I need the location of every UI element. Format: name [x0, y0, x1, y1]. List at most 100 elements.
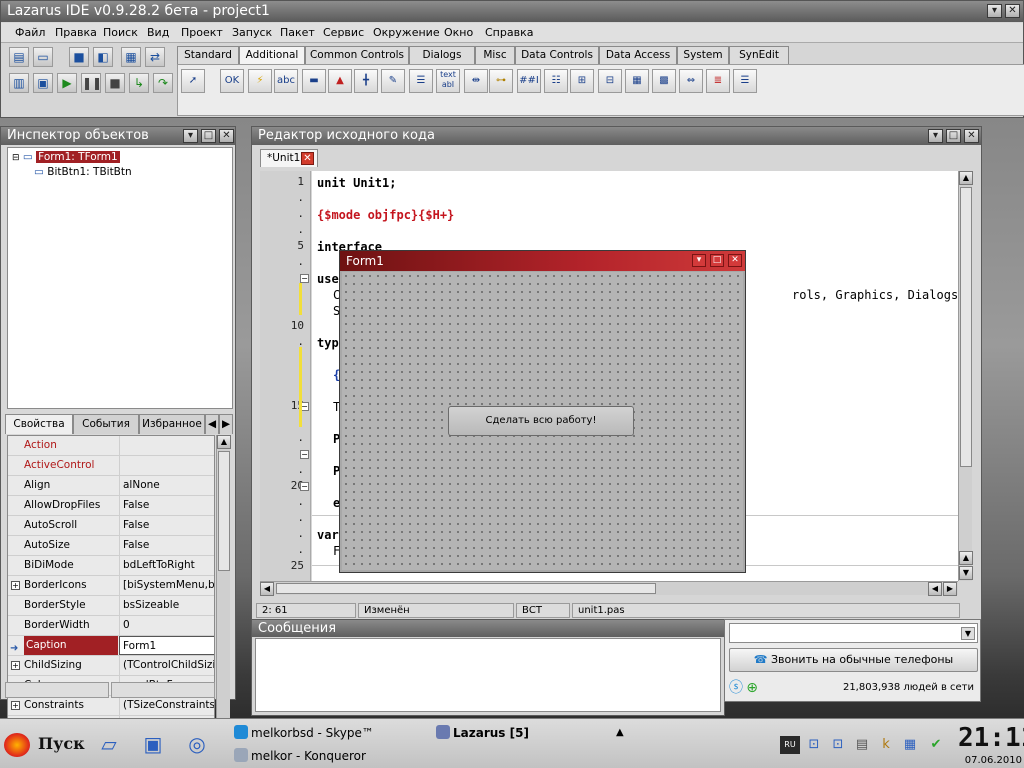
kopete-icon[interactable]: k [876, 736, 896, 754]
property-row[interactable]: BiDiMode bdLeftToRight [8, 556, 214, 576]
property-value[interactable]: False [119, 536, 214, 555]
tab-system[interactable]: System [677, 46, 729, 65]
toggle-form-icon[interactable]: ⇄ [145, 47, 165, 67]
property-row[interactable]: AutoScroll False [8, 516, 214, 536]
form-design-surface[interactable]: Сделать всю работу! [342, 272, 743, 570]
property-row[interactable]: + ChildSizing (TControlChildSizing [8, 656, 214, 676]
colorlistbox-icon[interactable]: ☰ [733, 69, 757, 93]
menu-help[interactable]: Справка [485, 26, 533, 39]
property-value[interactable] [119, 456, 214, 475]
colorbox-icon[interactable]: ≣ [706, 69, 730, 93]
stop-icon[interactable]: ■ [105, 73, 125, 93]
tab-data-controls[interactable]: Data Controls [515, 46, 599, 65]
pointer-icon[interactable]: ➚ [181, 69, 205, 93]
scroll-thumb[interactable] [960, 187, 972, 467]
menu-view[interactable]: Вид [147, 26, 169, 39]
ide-titlebar[interactable]: Lazarus IDE v0.9.28.2 бета - project1 [1, 1, 1023, 22]
scroll-left-button[interactable]: ◀ [928, 582, 942, 596]
view-forms-icon[interactable]: ▣ [33, 73, 53, 93]
chevron-down-icon[interactable]: ▼ [961, 627, 975, 640]
inspector-titlebar[interactable]: Инспектор объектов [1, 127, 235, 145]
task-lazarus[interactable]: Lazarus [5] [436, 724, 529, 742]
trackbar-icon[interactable]: ⊶ [489, 69, 513, 93]
property-value[interactable] [119, 436, 214, 455]
labelededit-icon[interactable]: text abI [436, 69, 460, 93]
close-tab-icon[interactable]: ✕ [301, 152, 314, 165]
property-row[interactable]: AutoSize False [8, 536, 214, 556]
menu-environment[interactable]: Окружение [373, 26, 440, 39]
view-units-icon[interactable]: ▥ [9, 73, 29, 93]
expand-icon[interactable]: + [11, 701, 20, 710]
scroll-right-button[interactable]: ▶ [943, 582, 957, 596]
scroll-left-button[interactable]: ◀ [260, 582, 274, 596]
editor-minimize-button[interactable]: ▾ [928, 129, 943, 143]
tab-additional[interactable]: Additional [239, 46, 305, 65]
tab-standard[interactable]: Standard [177, 46, 239, 65]
caption-edit-field[interactable]: Form1 [119, 636, 214, 655]
drawgrid-icon[interactable]: ▩ [652, 69, 676, 93]
update-icon[interactable]: ✔ [926, 736, 946, 754]
save-icon[interactable]: ■ [69, 47, 89, 67]
tree-item-bitbtn1[interactable]: ▭ BitBtn1: TBitBtn [34, 165, 132, 179]
property-row[interactable]: Action [8, 436, 214, 456]
tab-dialogs[interactable]: Dialogs [409, 46, 475, 65]
menu-tools[interactable]: Сервис [323, 26, 364, 39]
applicationproperties-icon[interactable]: ⊟ [598, 69, 622, 93]
tree-item-form1[interactable]: ⊟ ▭ Form1: TForm1 [12, 150, 120, 164]
form1-maximize-button[interactable]: □ [710, 254, 724, 267]
property-value[interactable]: False [119, 516, 214, 535]
bevel-icon[interactable]: ╋ [354, 69, 378, 93]
property-row[interactable]: ActiveControl [8, 456, 214, 476]
property-value[interactable]: [biSystemMenu,biMi [119, 576, 214, 595]
clipboard-icon[interactable]: ▤ [852, 736, 872, 754]
property-row[interactable]: Align alNone [8, 476, 214, 496]
browser-icon[interactable]: ◎ [182, 729, 212, 759]
property-row[interactable]: BorderWidth 0 [8, 616, 214, 636]
scroll-thumb[interactable] [276, 583, 656, 594]
scroll-up-button[interactable]: ▲ [959, 551, 973, 565]
menu-package[interactable]: Пакет [280, 26, 315, 39]
property-row[interactable]: ➜ Caption Form1 [8, 636, 214, 656]
scroll-down-button[interactable]: ▼ [959, 566, 973, 580]
collapse-icon[interactable]: ⊟ [12, 153, 20, 163]
scroll-thumb[interactable] [218, 451, 230, 571]
network-icon[interactable]: ⊡ [804, 736, 824, 754]
tab-favorites[interactable]: Избранное [139, 414, 205, 434]
bitbtn-icon[interactable]: OK [220, 69, 244, 93]
tab-scroll-right-button[interactable]: ▶ [219, 414, 233, 434]
fold-toggle-icon[interactable]: − [300, 450, 309, 459]
task-skype[interactable]: melkorbsd - Skype™ [234, 724, 374, 742]
statictext-icon[interactable]: abc [274, 69, 298, 93]
menu-search[interactable]: Поиск [103, 26, 138, 39]
inspector-minimize-button[interactable]: ▾ [183, 129, 198, 143]
stringgrid-icon[interactable]: ▦ [625, 69, 649, 93]
messages-titlebar[interactable]: Сообщения [252, 620, 724, 637]
editor-close-button[interactable]: ✕ [964, 129, 979, 143]
call-phones-button[interactable]: ☎ Звонить на обычные телефоны [729, 648, 978, 672]
speedbutton-icon[interactable]: ⚡ [248, 69, 272, 93]
tab-misc[interactable]: Misc [475, 46, 515, 65]
step-over-icon[interactable]: ↷ [153, 73, 173, 93]
maskedit-icon[interactable]: ##I [517, 69, 541, 93]
property-row[interactable]: + BorderIcons [biSystemMenu,biMi [8, 576, 214, 596]
new-form-icon[interactable]: ▦ [121, 47, 141, 67]
skype-add-contact-icon[interactable]: ⊕ [746, 680, 758, 696]
scroll-up-button[interactable]: ▲ [217, 435, 231, 449]
messages-list[interactable] [255, 638, 721, 712]
editor-vscrollbar[interactable]: ▲ ▲ ▼ [958, 171, 973, 581]
task-konqueror[interactable]: melkor - Konqueror [234, 747, 366, 765]
property-value[interactable]: alNone [119, 476, 214, 495]
step-into-icon[interactable]: ↳ [129, 73, 149, 93]
menu-edit[interactable]: Правка [55, 26, 97, 39]
inspector-close-button[interactable]: ✕ [219, 129, 234, 143]
skype-status-icon[interactable]: ⓢ [729, 680, 743, 696]
property-row[interactable]: + Constraints (TSizeConstraints) [8, 696, 214, 716]
skype-search-input[interactable]: ▼ [729, 623, 978, 643]
network2-icon[interactable]: ⊡ [828, 736, 848, 754]
computer-icon[interactable]: ▣ [138, 729, 168, 759]
property-row[interactable]: AllowDropFiles False [8, 496, 214, 516]
property-value[interactable]: False [119, 496, 214, 515]
open-icon[interactable]: ▭ [33, 47, 53, 67]
image-icon[interactable]: ▬ [302, 69, 326, 93]
task-group-arrow-icon[interactable]: ▲ [616, 724, 624, 742]
